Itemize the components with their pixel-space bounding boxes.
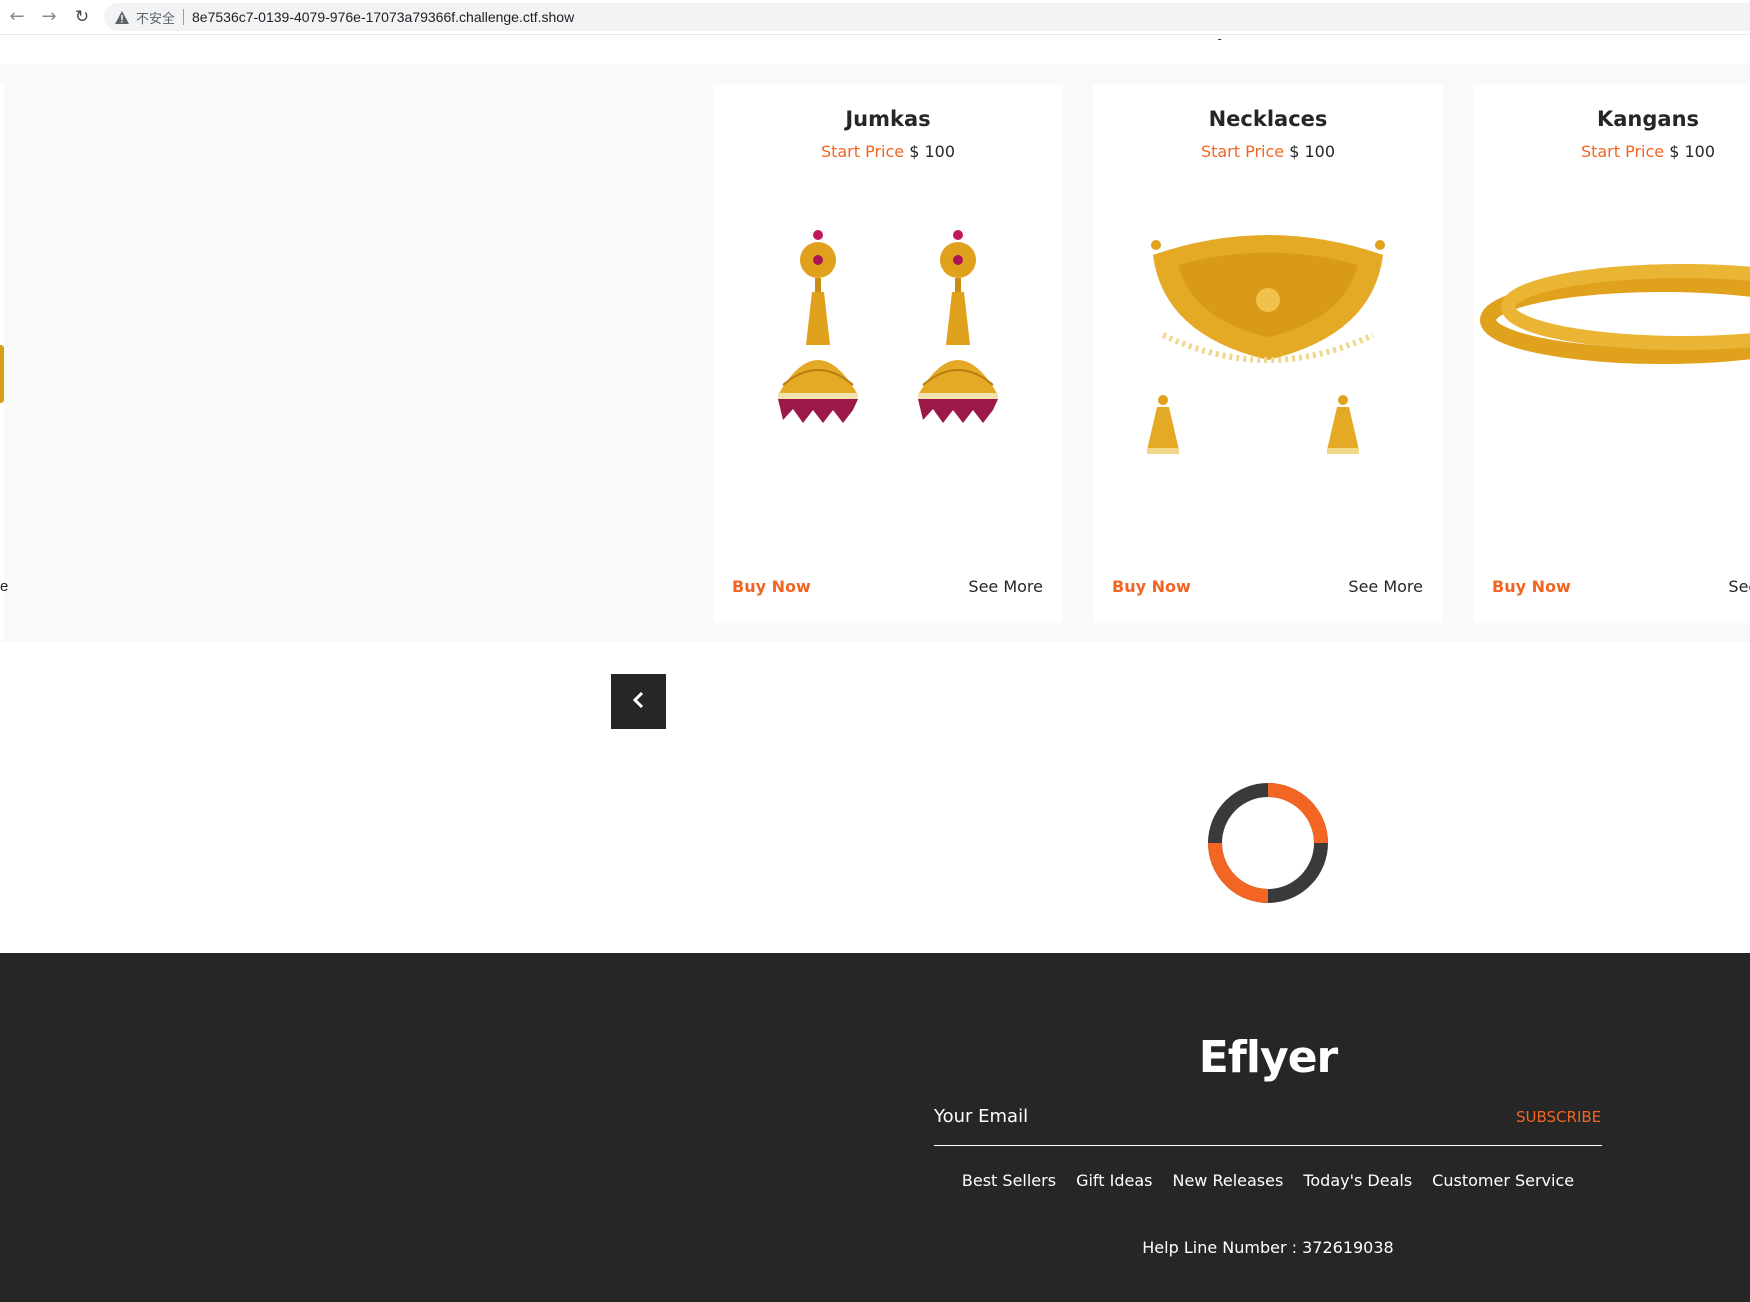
chevron-left-icon <box>632 691 646 713</box>
carousel-prev-button[interactable] <box>611 674 666 729</box>
subscribe-button[interactable]: SUBSCRIBE <box>1516 1108 1601 1126</box>
price-value: $ 100 <box>909 142 956 161</box>
footer-link-new-releases[interactable]: New Releases <box>1172 1171 1283 1190</box>
product-card-necklaces: Necklaces Start Price $ 100 Buy Now See … <box>1093 85 1443 623</box>
product-price: Start Price $ 100 <box>713 142 1063 161</box>
forward-arrow-icon[interactable]: → <box>37 5 61 29</box>
buy-now-link[interactable]: Buy Now <box>1112 577 1191 596</box>
jumkas-image <box>713 185 1063 525</box>
back-arrow-icon[interactable]: ← <box>5 5 29 29</box>
price-value: $ 100 <box>1289 142 1336 161</box>
price-label: Start Price <box>1200 142 1285 161</box>
product-price: Start Price $ 100 <box>1473 142 1750 161</box>
buy-now-link[interactable]: Buy Now <box>1492 577 1571 596</box>
see-more-link[interactable]: See More <box>1348 577 1423 596</box>
previous-card-image-edge <box>0 345 4 403</box>
product-card-jumkas: Jumkas Start Price $ 100 Buy Now See Mor… <box>713 85 1063 623</box>
product-card-kangans: Kangans Start Price $ 100 Buy Now See Mo… <box>1473 85 1750 623</box>
helpline-number: Help Line Number : 372619038 <box>1142 1238 1394 1257</box>
browser-toolbar: ← → ↻ 不安全 8e7536c7-0139-4079-976e-17073a… <box>0 0 1750 35</box>
warning-icon <box>114 9 130 25</box>
address-bar[interactable]: 不安全 8e7536c7-0139-4079-976e-17073a79366f… <box>104 3 1750 31</box>
previous-card-link-edge: e <box>0 578 9 595</box>
buy-now-link[interactable]: Buy Now <box>732 577 811 596</box>
footer-link-customer-service[interactable]: Customer Service <box>1432 1171 1574 1190</box>
footer-logo[interactable]: Eflyer <box>1180 1032 1356 1083</box>
email-underline <box>934 1145 1602 1146</box>
product-title: Kangans <box>1596 107 1700 131</box>
see-more-link[interactable]: See More <box>1728 577 1750 596</box>
product-price: Start Price $ 100 <box>1093 142 1443 161</box>
heading-fragment <box>1206 32 1230 40</box>
email-input[interactable] <box>934 1100 1334 1132</box>
security-label: 不安全 <box>136 11 176 27</box>
footer-link-todays-deals[interactable]: Today's Deals <box>1303 1171 1412 1190</box>
see-more-link[interactable]: See More <box>968 577 1043 596</box>
url-text[interactable]: 8e7536c7-0139-4079-976e-17073a79366f.cha… <box>192 9 574 25</box>
bangles-image <box>1473 185 1750 525</box>
necklace-image <box>1093 185 1443 525</box>
product-title: Necklaces <box>1208 107 1328 131</box>
reload-icon[interactable]: ↻ <box>70 5 94 29</box>
footer-link-best-sellers[interactable]: Best Sellers <box>962 1171 1056 1190</box>
address-divider <box>183 9 185 25</box>
price-label: Start Price <box>1580 142 1665 161</box>
footer-link-gift-ideas[interactable]: Gift Ideas <box>1076 1171 1152 1190</box>
loading-spinner <box>1206 781 1330 905</box>
price-label: Start Price <box>820 142 905 161</box>
product-title: Jumkas <box>845 107 931 131</box>
footer-links: Best Sellers Gift Ideas New Releases Tod… <box>934 1171 1602 1190</box>
price-value: $ 100 <box>1669 142 1716 161</box>
